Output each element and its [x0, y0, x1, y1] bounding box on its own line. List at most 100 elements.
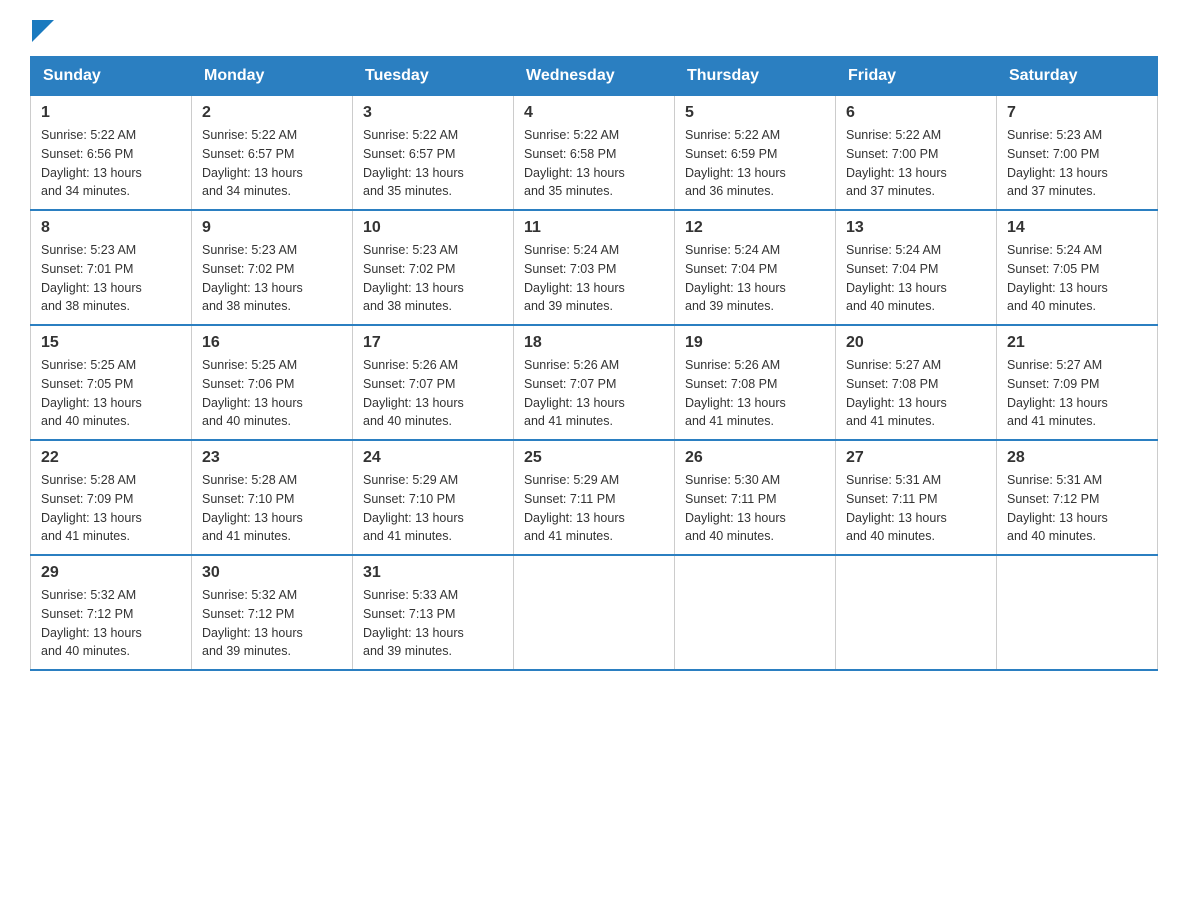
calendar-header: SundayMondayTuesdayWednesdayThursdayFrid… [31, 57, 1158, 96]
day-number: 18 [524, 334, 664, 352]
day-info: Sunrise: 5:33 AM Sunset: 7:13 PM Dayligh… [363, 586, 503, 661]
day-number: 14 [1007, 219, 1147, 237]
calendar-cell [997, 555, 1158, 670]
calendar-cell: 27 Sunrise: 5:31 AM Sunset: 7:11 PM Dayl… [836, 440, 997, 555]
day-number: 15 [41, 334, 181, 352]
day-number: 17 [363, 334, 503, 352]
calendar-cell: 20 Sunrise: 5:27 AM Sunset: 7:08 PM Dayl… [836, 325, 997, 440]
day-number: 20 [846, 334, 986, 352]
day-number: 13 [846, 219, 986, 237]
calendar-cell: 17 Sunrise: 5:26 AM Sunset: 7:07 PM Dayl… [353, 325, 514, 440]
calendar-cell: 28 Sunrise: 5:31 AM Sunset: 7:12 PM Dayl… [997, 440, 1158, 555]
calendar-table: SundayMondayTuesdayWednesdayThursdayFrid… [30, 56, 1158, 671]
calendar-cell: 15 Sunrise: 5:25 AM Sunset: 7:05 PM Dayl… [31, 325, 192, 440]
day-number: 1 [41, 104, 181, 122]
weekday-header-tuesday: Tuesday [353, 57, 514, 96]
day-number: 23 [202, 449, 342, 467]
calendar-cell: 30 Sunrise: 5:32 AM Sunset: 7:12 PM Dayl… [192, 555, 353, 670]
calendar-cell: 22 Sunrise: 5:28 AM Sunset: 7:09 PM Dayl… [31, 440, 192, 555]
weekday-header-monday: Monday [192, 57, 353, 96]
calendar-cell: 16 Sunrise: 5:25 AM Sunset: 7:06 PM Dayl… [192, 325, 353, 440]
calendar-cell: 9 Sunrise: 5:23 AM Sunset: 7:02 PM Dayli… [192, 210, 353, 325]
day-info: Sunrise: 5:31 AM Sunset: 7:12 PM Dayligh… [1007, 471, 1147, 546]
day-number: 21 [1007, 334, 1147, 352]
weekday-header-row: SundayMondayTuesdayWednesdayThursdayFrid… [31, 57, 1158, 96]
day-info: Sunrise: 5:28 AM Sunset: 7:10 PM Dayligh… [202, 471, 342, 546]
calendar-cell: 25 Sunrise: 5:29 AM Sunset: 7:11 PM Dayl… [514, 440, 675, 555]
day-info: Sunrise: 5:30 AM Sunset: 7:11 PM Dayligh… [685, 471, 825, 546]
calendar-cell: 10 Sunrise: 5:23 AM Sunset: 7:02 PM Dayl… [353, 210, 514, 325]
day-number: 6 [846, 104, 986, 122]
calendar-cell: 11 Sunrise: 5:24 AM Sunset: 7:03 PM Dayl… [514, 210, 675, 325]
calendar-cell: 31 Sunrise: 5:33 AM Sunset: 7:13 PM Dayl… [353, 555, 514, 670]
calendar-cell: 7 Sunrise: 5:23 AM Sunset: 7:00 PM Dayli… [997, 96, 1158, 211]
day-number: 29 [41, 564, 181, 582]
day-number: 4 [524, 104, 664, 122]
calendar-cell: 4 Sunrise: 5:22 AM Sunset: 6:58 PM Dayli… [514, 96, 675, 211]
day-info: Sunrise: 5:29 AM Sunset: 7:11 PM Dayligh… [524, 471, 664, 546]
day-info: Sunrise: 5:22 AM Sunset: 6:57 PM Dayligh… [202, 126, 342, 201]
day-info: Sunrise: 5:25 AM Sunset: 7:06 PM Dayligh… [202, 356, 342, 431]
day-number: 10 [363, 219, 503, 237]
day-info: Sunrise: 5:29 AM Sunset: 7:10 PM Dayligh… [363, 471, 503, 546]
day-info: Sunrise: 5:22 AM Sunset: 6:58 PM Dayligh… [524, 126, 664, 201]
weekday-header-friday: Friday [836, 57, 997, 96]
weekday-header-thursday: Thursday [675, 57, 836, 96]
day-number: 26 [685, 449, 825, 467]
day-info: Sunrise: 5:31 AM Sunset: 7:11 PM Dayligh… [846, 471, 986, 546]
day-info: Sunrise: 5:24 AM Sunset: 7:04 PM Dayligh… [846, 241, 986, 316]
calendar-cell: 2 Sunrise: 5:22 AM Sunset: 6:57 PM Dayli… [192, 96, 353, 211]
calendar-cell: 1 Sunrise: 5:22 AM Sunset: 6:56 PM Dayli… [31, 96, 192, 211]
day-number: 28 [1007, 449, 1147, 467]
day-info: Sunrise: 5:22 AM Sunset: 7:00 PM Dayligh… [846, 126, 986, 201]
day-number: 30 [202, 564, 342, 582]
day-info: Sunrise: 5:22 AM Sunset: 6:56 PM Dayligh… [41, 126, 181, 201]
calendar-cell: 21 Sunrise: 5:27 AM Sunset: 7:09 PM Dayl… [997, 325, 1158, 440]
day-number: 16 [202, 334, 342, 352]
day-info: Sunrise: 5:26 AM Sunset: 7:07 PM Dayligh… [524, 356, 664, 431]
logo-triangle-icon [32, 20, 54, 42]
day-number: 11 [524, 219, 664, 237]
day-info: Sunrise: 5:23 AM Sunset: 7:00 PM Dayligh… [1007, 126, 1147, 201]
day-number: 22 [41, 449, 181, 467]
day-number: 5 [685, 104, 825, 122]
day-info: Sunrise: 5:32 AM Sunset: 7:12 PM Dayligh… [202, 586, 342, 661]
calendar-cell [836, 555, 997, 670]
calendar-cell: 5 Sunrise: 5:22 AM Sunset: 6:59 PM Dayli… [675, 96, 836, 211]
day-number: 25 [524, 449, 664, 467]
day-number: 7 [1007, 104, 1147, 122]
calendar-week-row: 29 Sunrise: 5:32 AM Sunset: 7:12 PM Dayl… [31, 555, 1158, 670]
day-number: 2 [202, 104, 342, 122]
calendar-cell: 19 Sunrise: 5:26 AM Sunset: 7:08 PM Dayl… [675, 325, 836, 440]
day-info: Sunrise: 5:24 AM Sunset: 7:04 PM Dayligh… [685, 241, 825, 316]
weekday-header-saturday: Saturday [997, 57, 1158, 96]
calendar-cell: 13 Sunrise: 5:24 AM Sunset: 7:04 PM Dayl… [836, 210, 997, 325]
calendar-cell: 3 Sunrise: 5:22 AM Sunset: 6:57 PM Dayli… [353, 96, 514, 211]
day-info: Sunrise: 5:24 AM Sunset: 7:05 PM Dayligh… [1007, 241, 1147, 316]
calendar-week-row: 15 Sunrise: 5:25 AM Sunset: 7:05 PM Dayl… [31, 325, 1158, 440]
calendar-cell: 26 Sunrise: 5:30 AM Sunset: 7:11 PM Dayl… [675, 440, 836, 555]
calendar-week-row: 1 Sunrise: 5:22 AM Sunset: 6:56 PM Dayli… [31, 96, 1158, 211]
day-number: 8 [41, 219, 181, 237]
weekday-header-sunday: Sunday [31, 57, 192, 96]
day-info: Sunrise: 5:25 AM Sunset: 7:05 PM Dayligh… [41, 356, 181, 431]
day-number: 12 [685, 219, 825, 237]
page-header [30, 20, 1158, 36]
day-info: Sunrise: 5:22 AM Sunset: 6:57 PM Dayligh… [363, 126, 503, 201]
day-number: 19 [685, 334, 825, 352]
day-info: Sunrise: 5:23 AM Sunset: 7:02 PM Dayligh… [202, 241, 342, 316]
calendar-cell: 18 Sunrise: 5:26 AM Sunset: 7:07 PM Dayl… [514, 325, 675, 440]
day-info: Sunrise: 5:28 AM Sunset: 7:09 PM Dayligh… [41, 471, 181, 546]
calendar-cell [675, 555, 836, 670]
calendar-week-row: 22 Sunrise: 5:28 AM Sunset: 7:09 PM Dayl… [31, 440, 1158, 555]
day-number: 3 [363, 104, 503, 122]
day-info: Sunrise: 5:32 AM Sunset: 7:12 PM Dayligh… [41, 586, 181, 661]
day-number: 31 [363, 564, 503, 582]
calendar-cell: 29 Sunrise: 5:32 AM Sunset: 7:12 PM Dayl… [31, 555, 192, 670]
day-info: Sunrise: 5:26 AM Sunset: 7:08 PM Dayligh… [685, 356, 825, 431]
logo [30, 20, 54, 36]
calendar-cell: 14 Sunrise: 5:24 AM Sunset: 7:05 PM Dayl… [997, 210, 1158, 325]
calendar-body: 1 Sunrise: 5:22 AM Sunset: 6:56 PM Dayli… [31, 96, 1158, 671]
calendar-cell: 23 Sunrise: 5:28 AM Sunset: 7:10 PM Dayl… [192, 440, 353, 555]
day-info: Sunrise: 5:27 AM Sunset: 7:09 PM Dayligh… [1007, 356, 1147, 431]
